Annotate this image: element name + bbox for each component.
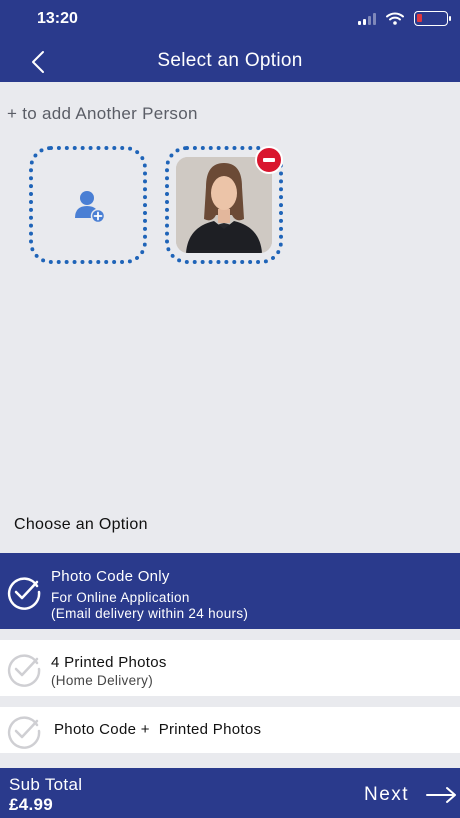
status-time: 13:20 [37,10,78,27]
status-icons [358,11,451,26]
page-title: Select an Option [157,50,303,71]
check-circle-icon [7,577,41,610]
add-person-slot[interactable] [29,146,147,264]
check-circle-icon [7,654,41,687]
wifi-icon [386,12,404,25]
footer-bar: Sub Total £4.99 Next [0,768,460,818]
next-button[interactable]: Next [360,778,460,810]
person-photo-slot[interactable] [165,146,283,264]
add-person-icon [75,191,106,224]
app-header: 13:20 Select an Option [0,0,460,82]
option-1-subtitle-1: For Online Application [51,590,190,605]
option-3-title: Photo Code + Printed Photos [54,721,262,738]
option-1-title: Photo Code Only [51,568,170,585]
battery-icon [414,11,451,26]
subtotal-label: Sub Total [9,775,83,794]
add-person-hint: + to add Another Person [7,104,198,123]
subtotal-value: £4.99 [9,795,54,814]
remove-person-button[interactable] [255,146,283,174]
choose-option-heading: Choose an Option [14,516,148,533]
check-circle-icon [7,716,41,749]
next-label: Next [364,784,410,805]
arrow-right-icon [426,787,456,803]
cellular-signal-icon [358,12,376,25]
option-2-subtitle: (Home Delivery) [51,673,154,688]
option-2-title: 4 Printed Photos [51,654,167,671]
option-1-subtitle-2: (Email delivery within 24 hours) [51,606,249,621]
person-photo [176,157,272,253]
